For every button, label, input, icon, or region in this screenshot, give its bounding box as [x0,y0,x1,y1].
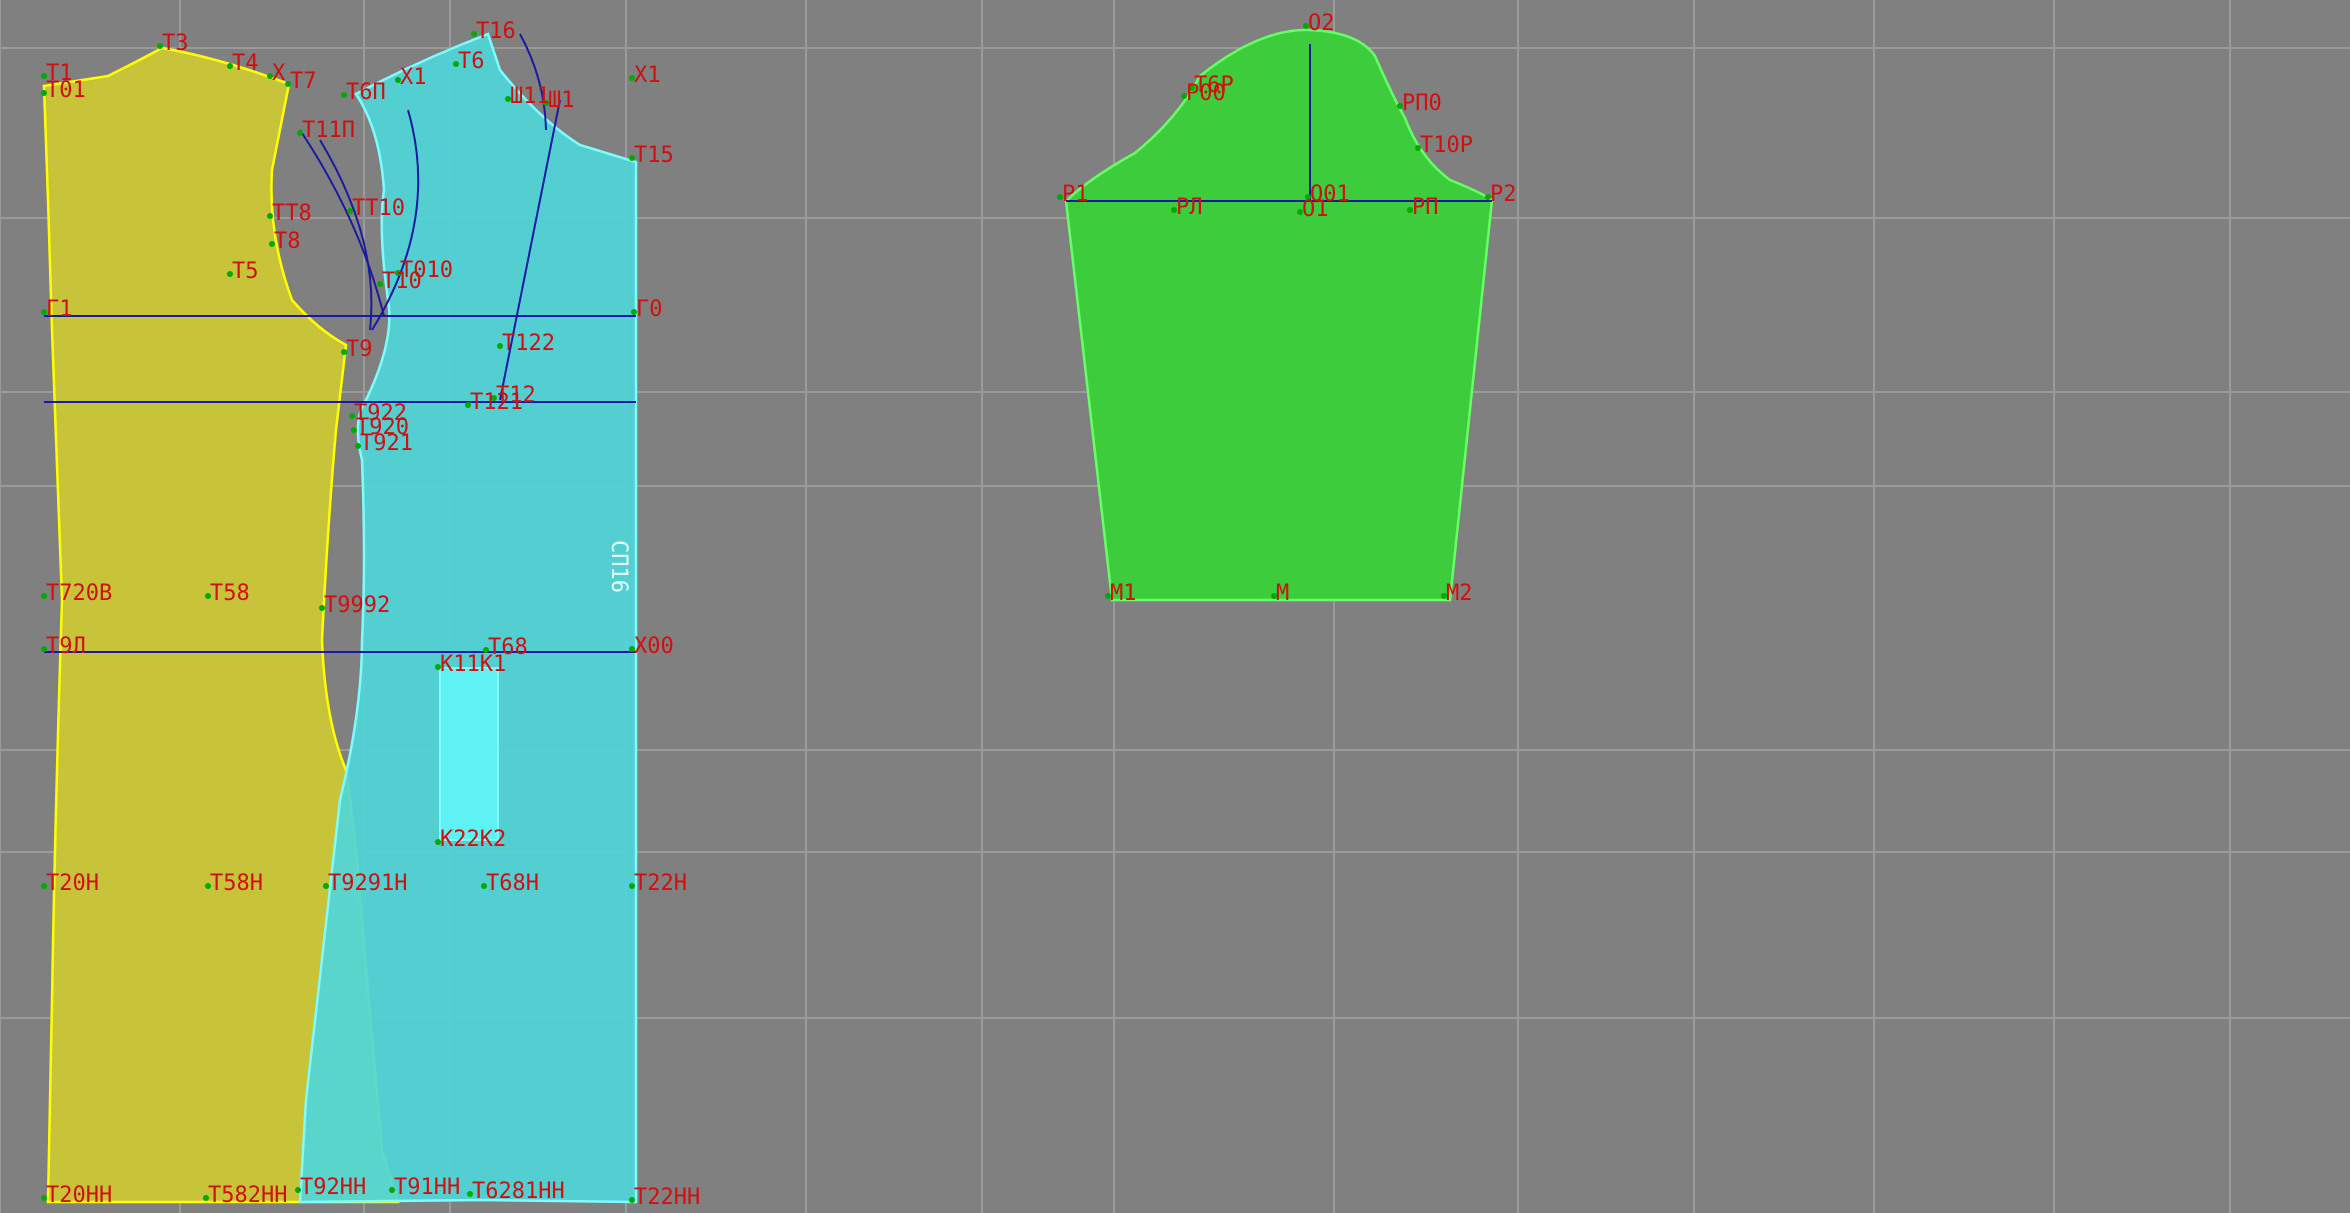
point-label: К22К2 [440,827,506,852]
point-label: Р2 [1490,182,1517,207]
point-label: Т20НН [46,1183,112,1208]
pattern-canvas[interactable]: Т1Т01Т3Т4 Х Т7 Т6ПХ1Т16Т6Ш11Ш1Х1Т15Т11ПТТ8Т… [0,0,2350,1213]
point-label: Т10Р [1420,133,1473,158]
point-label: М [1276,581,1289,606]
point-label: Т720В [46,581,112,606]
point-label: Т16 [476,19,516,44]
point-label: Т9992 [324,593,390,618]
point-label: Т15 [634,143,674,168]
point-label: ТТ10 [352,196,405,221]
point-label: Т6281НН [472,1179,565,1204]
point-label: Х1 [634,63,661,88]
point-label: Т5 [232,259,259,284]
point-label: Г0 [636,297,663,322]
point-label: Р1 [1062,182,1089,207]
point-label: Т22Н [634,871,687,896]
point-label: Т20Н [46,871,99,896]
point-label: Р00 [1186,81,1226,106]
point-label: Т582НН [208,1183,287,1208]
point-label: Т6П [346,80,386,105]
point-label: О1 [1302,197,1329,222]
point-label: Х [272,61,286,86]
point-label: Т7 [290,69,317,94]
point-label: ТТ8 [272,201,312,226]
point-label: РП0 [1402,91,1442,116]
point-label: Т92НН [300,1175,366,1200]
point-label: Т6 [458,49,485,74]
point-label: Т4 [232,51,259,76]
point-label: РП [1412,195,1439,220]
point-label: К11К1 [440,652,506,677]
point-label: Т22НН [634,1185,700,1210]
point-label: Т8 [274,229,301,254]
point-label: Т11П [302,118,355,143]
point-label: Т121 [470,390,523,415]
vertical-piece-text: СП16 [606,540,631,593]
point-label: Х1 [400,65,427,90]
point-label: Т58 [210,581,250,606]
point-label: РЛ [1176,195,1203,220]
point-label: Т9 [346,337,373,362]
point-label: М2 [1446,581,1473,606]
point-label: Т10 [382,269,422,294]
pocket-rect[interactable] [439,667,499,841]
point-label: Ш1 [548,88,575,113]
point-label: Т91НН [394,1175,460,1200]
point-label: Х00 [634,634,674,659]
point-label: Ш11 [510,84,550,109]
point-label: Т01 [46,78,86,103]
point-label: Т921 [360,431,413,456]
point-label: М1 [1110,581,1137,606]
point-label: Т68Н [486,871,539,896]
point-label: Г1 [46,297,73,322]
point-label: О2 [1308,11,1335,36]
point-label: Т9Л [46,634,86,659]
point-label: Т58Н [210,871,263,896]
point-label: Т3 [162,31,189,56]
point-label: Т122 [502,331,555,356]
point-label: Т9291Н [328,871,407,896]
